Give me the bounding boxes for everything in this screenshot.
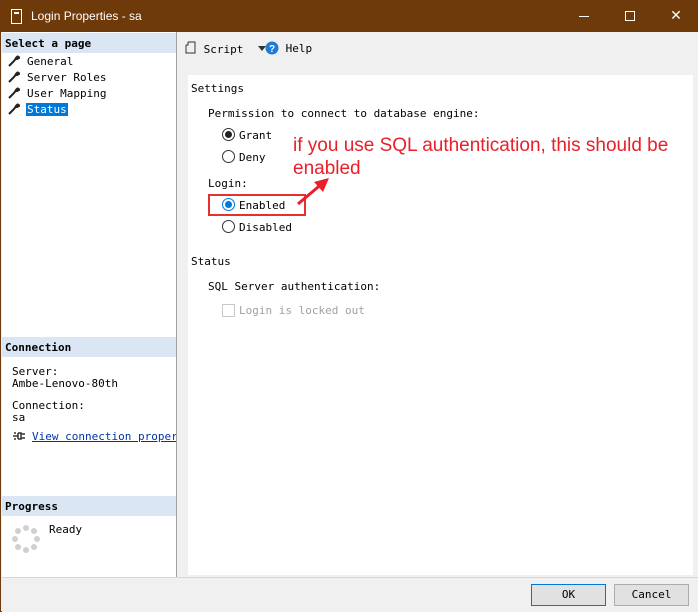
page-item-server-roles[interactable]: Server Roles — [8, 70, 107, 86]
help-label: Help — [285, 42, 313, 55]
connection-value: sa — [12, 411, 26, 424]
minimize-icon — [579, 15, 589, 17]
page-item-status[interactable]: Status — [8, 102, 68, 118]
close-button[interactable]: ✕ — [653, 1, 698, 32]
annotation-line-2: enabled — [293, 158, 361, 179]
script-button[interactable]: Script — [185, 41, 266, 57]
maximize-icon — [625, 11, 635, 21]
page-item-general[interactable]: General — [8, 54, 74, 70]
settings-heading: Settings — [191, 82, 244, 95]
progress-heading: Progress — [2, 496, 176, 516]
cancel-button[interactable]: Cancel — [614, 584, 689, 606]
sql-auth-label: SQL Server authentication: — [208, 280, 381, 293]
wrench-icon — [8, 103, 20, 115]
page-item-label: Server Roles — [27, 71, 107, 84]
close-icon: ✕ — [670, 8, 682, 24]
progress-status: Ready — [49, 523, 83, 536]
annotation-line-1: if you use SQL authentication, this shou… — [293, 135, 669, 156]
help-button[interactable]: ? Help — [265, 41, 312, 57]
left-pane: Select a page General Server Roles User … — [2, 32, 177, 577]
wrench-icon — [8, 87, 20, 99]
ok-button[interactable]: OK — [531, 584, 606, 606]
window-app-icon — [11, 9, 22, 24]
help-icon: ? — [265, 41, 279, 55]
wrench-icon — [8, 71, 20, 83]
login-label: Login: — [208, 177, 248, 190]
grant-label[interactable]: Grant — [239, 129, 272, 142]
page-item-user-mapping[interactable]: User Mapping — [8, 86, 107, 102]
toolbar: Script ? Help — [178, 32, 698, 62]
disabled-label[interactable]: Disabled — [239, 221, 292, 234]
permission-label: Permission to connect to database engine… — [208, 107, 480, 120]
wrench-icon — [8, 55, 20, 67]
view-connection-properties-link[interactable]: View connection properties — [12, 430, 176, 443]
locked-out-label: Login is locked out — [239, 304, 365, 317]
select-page-heading: Select a page — [2, 33, 176, 53]
dialog-button-bar: OK Cancel — [2, 577, 698, 612]
annotation-text: if you use SQL authentication, this shou… — [293, 134, 693, 180]
annotation-arrow-icon — [297, 178, 329, 206]
window-title: Login Properties - sa — [31, 9, 142, 23]
page-item-label: User Mapping — [27, 87, 107, 100]
disabled-radio[interactable] — [222, 220, 235, 233]
maximize-button[interactable] — [607, 1, 653, 32]
title-bar[interactable]: Login Properties - sa ✕ — [1, 1, 698, 32]
deny-radio[interactable] — [222, 150, 235, 163]
status-heading: Status — [191, 255, 231, 268]
progress-spinner-icon — [12, 525, 40, 553]
script-icon — [185, 41, 196, 54]
connection-heading: Connection — [2, 337, 176, 357]
script-label: Script — [203, 43, 244, 56]
page-item-label: General — [27, 55, 74, 68]
grant-radio[interactable] — [222, 128, 235, 141]
minimize-button[interactable] — [561, 1, 607, 32]
enabled-highlight-box — [208, 194, 306, 216]
plug-icon — [13, 432, 25, 440]
view-connection-properties-text: View connection properties — [32, 430, 176, 443]
svg-text:?: ? — [269, 44, 275, 55]
page-item-label: Status — [26, 103, 68, 116]
server-value: Ambe-Lenovo-80th — [12, 377, 118, 390]
locked-out-checkbox[interactable] — [222, 304, 235, 317]
deny-label[interactable]: Deny — [239, 151, 266, 164]
login-properties-window: Login Properties - sa ✕ Select a page Ge… — [0, 0, 698, 612]
